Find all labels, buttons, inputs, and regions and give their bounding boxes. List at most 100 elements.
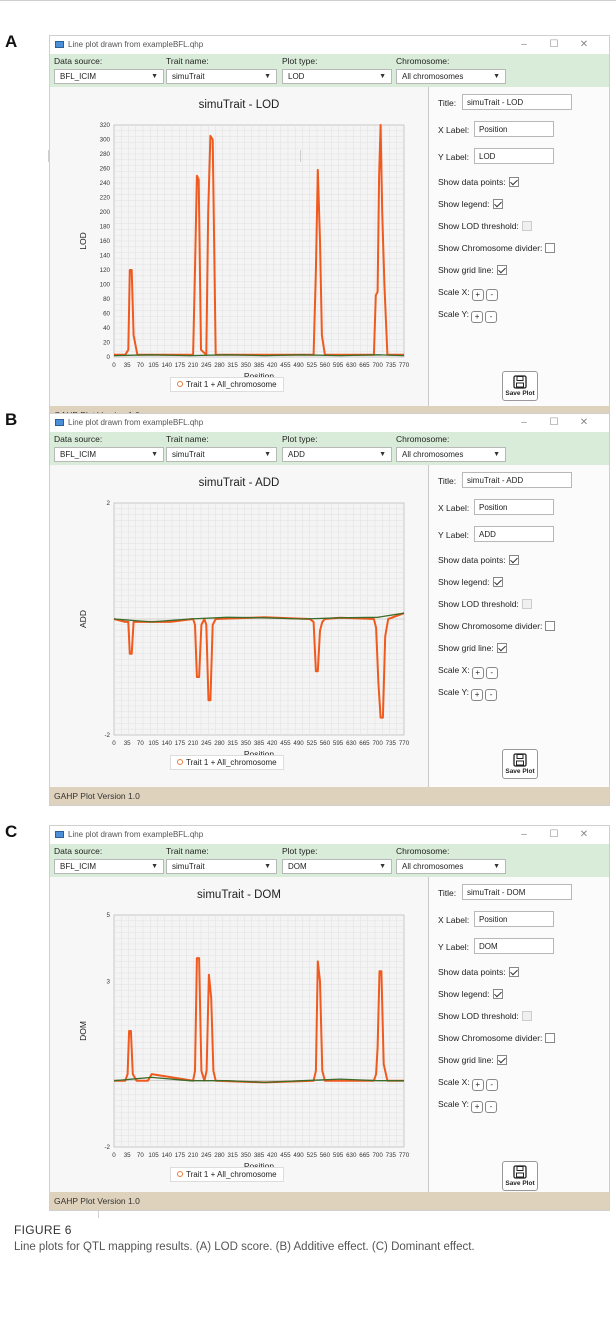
- scale-x-plus-button[interactable]: +: [471, 289, 484, 301]
- line-chart: 0 35 70 105 140 175 210 245 280 315 350 385 420 455 49…: [78, 122, 410, 381]
- x-tick-label: 315: [227, 362, 238, 369]
- show-legend-checkbox[interactable]: [492, 989, 503, 999]
- title-field[interactable]: [462, 94, 572, 110]
- x-tick-label: 70: [137, 362, 144, 369]
- minimize-icon[interactable]: –: [509, 414, 539, 432]
- minimize-icon[interactable]: –: [509, 36, 539, 54]
- close-icon[interactable]: ✕: [569, 826, 599, 844]
- x-tick-label: 735: [386, 362, 397, 369]
- show-grid-line-checkbox[interactable]: [496, 643, 507, 653]
- maximize-icon[interactable]: ☐: [539, 36, 569, 54]
- save-plot-button[interactable]: Save Plot: [502, 749, 538, 779]
- figure-caption-heading: FIGURE 6: [14, 1223, 72, 1237]
- x-tick-label: 105: [148, 1152, 159, 1159]
- scale-y-minus-button[interactable]: -: [485, 1101, 498, 1113]
- title-field[interactable]: [462, 884, 572, 900]
- scale-x-minus-button[interactable]: -: [485, 1079, 498, 1091]
- trait-name-select[interactable]: simuTrait ▼: [166, 447, 277, 462]
- show-data-points-checkbox[interactable]: [508, 555, 519, 565]
- show-legend-label: Show legend:: [438, 199, 490, 209]
- chromosome-select[interactable]: All chromosomes ▼: [396, 447, 506, 462]
- data-source-select[interactable]: BFL_ICIM ▼: [54, 447, 164, 462]
- scale-y-minus-button[interactable]: -: [485, 311, 498, 323]
- maximize-icon[interactable]: ☐: [539, 826, 569, 844]
- save-plot-button[interactable]: Save Plot: [502, 1161, 538, 1191]
- figure-caption-text: Line plots for QTL mapping results. (A) …: [14, 1241, 475, 1253]
- show-data-points-row: Show data points:: [438, 555, 519, 565]
- show-data-points-row: Show data points:: [438, 177, 519, 187]
- trait-name-label: Trait name:: [166, 56, 209, 66]
- y-tick-label: 280: [100, 151, 111, 158]
- trait-name-select[interactable]: simuTrait ▼: [166, 859, 277, 874]
- show-grid-line-row: Show grid line:: [438, 643, 507, 653]
- scale-y-plus-button[interactable]: +: [471, 311, 484, 323]
- y-label-field[interactable]: [474, 526, 554, 542]
- show-chromosome-divider-row: Show Chromosome divider:: [438, 243, 556, 253]
- show-legend-checkbox[interactable]: [492, 577, 503, 587]
- y-axis-label: DOM: [78, 1021, 88, 1041]
- trait-name-select[interactable]: simuTrait ▼: [166, 69, 277, 84]
- x-tick-label: 455: [280, 362, 291, 369]
- scale-x-plus-button[interactable]: +: [471, 667, 484, 679]
- x-tick-label: 735: [386, 1152, 397, 1159]
- scale-y-label: Scale Y:: [438, 1099, 470, 1109]
- show-data-points-checkbox[interactable]: [508, 967, 519, 977]
- window-titlebar: Line plot drawn from exampleBFL.qhp – ☐ ✕: [50, 826, 609, 844]
- show-lod-threshold-checkbox[interactable]: [521, 1011, 532, 1021]
- plot-type-select[interactable]: LOD ▼: [282, 69, 392, 84]
- show-chromosome-divider-checkbox[interactable]: [545, 621, 556, 631]
- window-title: Line plot drawn from exampleBFL.qhp: [68, 40, 204, 49]
- x-tick-label: 35: [124, 1152, 131, 1159]
- scale-x-label: Scale X:: [438, 287, 470, 297]
- x-label-field[interactable]: [474, 499, 554, 515]
- close-icon[interactable]: ✕: [569, 36, 599, 54]
- scale-y-minus-button[interactable]: -: [485, 689, 498, 701]
- title-field[interactable]: [462, 472, 572, 488]
- scale-x-plus-button[interactable]: +: [471, 1079, 484, 1091]
- minimize-icon[interactable]: –: [509, 826, 539, 844]
- x-label-field[interactable]: [474, 911, 554, 927]
- save-plot-button[interactable]: Save Plot: [502, 371, 538, 401]
- trait-name-label: Trait name:: [166, 434, 209, 444]
- x-label-field[interactable]: [474, 121, 554, 137]
- scale-x-label: Scale X:: [438, 1077, 470, 1087]
- chevron-down-icon: ▼: [151, 863, 158, 870]
- show-lod-threshold-checkbox[interactable]: [521, 221, 532, 231]
- show-chromosome-divider-checkbox[interactable]: [545, 243, 556, 253]
- scale-x-minus-button[interactable]: -: [485, 289, 498, 301]
- app-icon: [55, 831, 64, 838]
- show-grid-line-checkbox[interactable]: [496, 1055, 507, 1065]
- show-chromosome-divider-checkbox[interactable]: [545, 1033, 556, 1043]
- show-lod-threshold-checkbox[interactable]: [521, 599, 532, 609]
- chromosome-select[interactable]: All chromosomes ▼: [396, 69, 506, 84]
- data-source-select[interactable]: BFL_ICIM ▼: [54, 859, 164, 874]
- chromosome-select[interactable]: All chromosomes ▼: [396, 859, 506, 874]
- plot-type-value: ADD: [288, 450, 305, 459]
- show-chromosome-divider-label: Show Chromosome divider:: [438, 1033, 543, 1043]
- show-data-points-checkbox[interactable]: [508, 177, 519, 187]
- y-label-field[interactable]: [474, 938, 554, 954]
- show-chromosome-divider-row: Show Chromosome divider:: [438, 1033, 556, 1043]
- plot-type-select[interactable]: ADD ▼: [282, 447, 392, 462]
- scale-y-plus-button[interactable]: +: [471, 1101, 484, 1113]
- close-icon[interactable]: ✕: [569, 414, 599, 432]
- y-label-field-label: Y Label:: [438, 942, 470, 952]
- y-tick-label: 240: [100, 180, 111, 187]
- y-tick-label: 20: [103, 340, 110, 347]
- y-tick-label: 160: [100, 238, 111, 245]
- show-lod-threshold-row: Show LOD threshold:: [438, 599, 532, 609]
- show-legend-checkbox[interactable]: [492, 199, 503, 209]
- scale-y-plus-button[interactable]: +: [471, 689, 484, 701]
- trait-name-value: simuTrait: [172, 72, 205, 81]
- maximize-icon[interactable]: ☐: [539, 414, 569, 432]
- x-tick-label: 210: [188, 740, 199, 747]
- scale-x-minus-button[interactable]: -: [485, 667, 498, 679]
- show-grid-line-checkbox[interactable]: [496, 265, 507, 275]
- data-source-select[interactable]: BFL_ICIM ▼: [54, 69, 164, 84]
- y-label-field[interactable]: [474, 148, 554, 164]
- plot-type-select[interactable]: DOM ▼: [282, 859, 392, 874]
- figure-caption: FIGURE 6 Line plots for QTL mapping resu…: [14, 1222, 574, 1256]
- chart-legend: Trait 1 + All_chromosome: [170, 377, 284, 392]
- x-tick-label: 350: [241, 362, 252, 369]
- data-source-label: Data source:: [54, 846, 103, 856]
